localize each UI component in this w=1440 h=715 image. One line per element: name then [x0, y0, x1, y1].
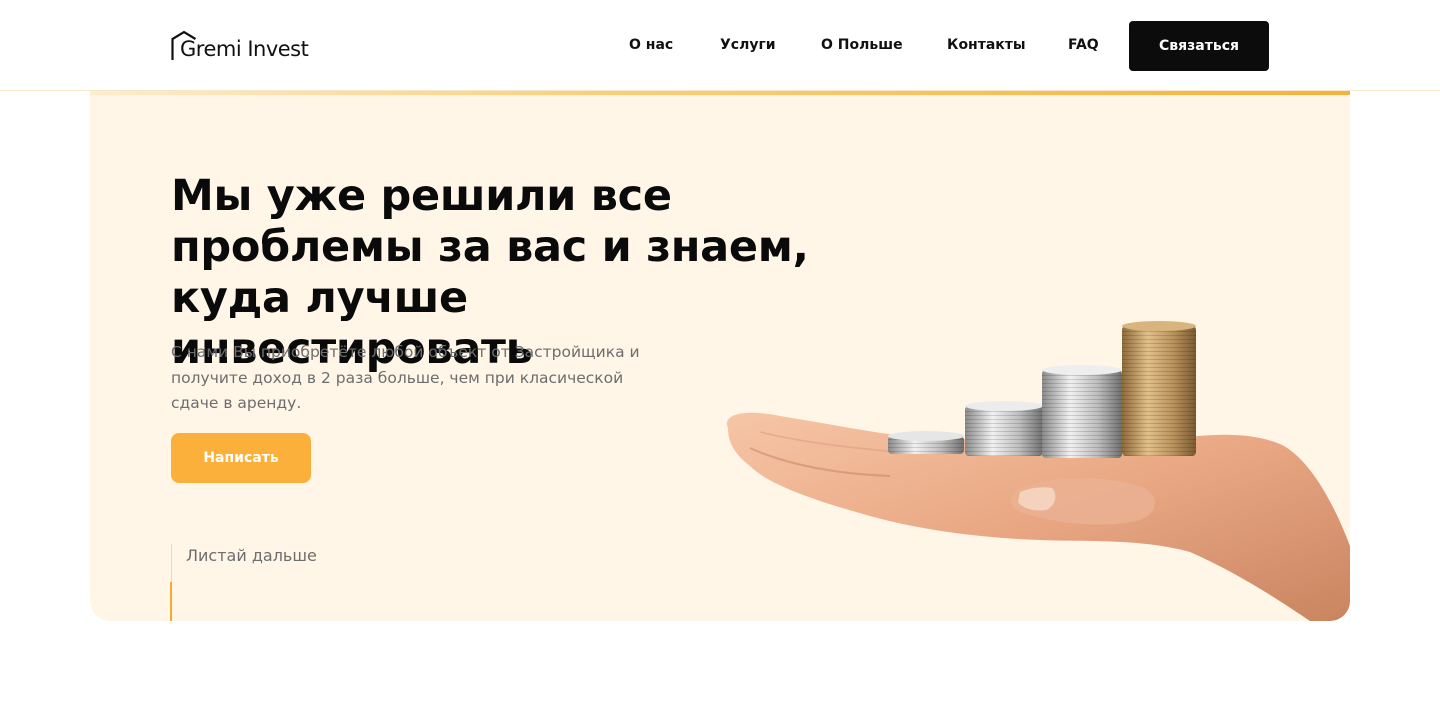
nav-contacts[interactable]: Контакты [947, 37, 1026, 53]
site-header: Gremi Invest О нас Услуги О Польше Конта… [0, 0, 1440, 91]
house-roof-icon [171, 30, 197, 60]
nav-about-poland[interactable]: О Польше [821, 37, 903, 53]
contact-button[interactable]: Связаться [1129, 21, 1269, 71]
write-button[interactable]: Написать [171, 433, 311, 483]
nav-services[interactable]: Услуги [720, 37, 776, 53]
scroll-indicator-progress [170, 582, 172, 621]
scroll-down-link[interactable]: Листай дальше [186, 546, 317, 565]
hero-accent-line [90, 91, 1350, 95]
coin-stack-1 [888, 431, 964, 454]
nav-about[interactable]: О нас [629, 37, 673, 53]
coin-stack-3 [1042, 365, 1122, 458]
logo[interactable]: Gremi Invest [171, 30, 309, 62]
coin-stack-4 [1122, 321, 1196, 456]
coin-stack-2 [965, 401, 1043, 456]
scroll-indicator-track [171, 544, 172, 582]
hand-with-coins-image [726, 321, 1350, 621]
hero-section: Мы уже решили все проблемы за вас и знае… [90, 91, 1350, 621]
hero-subtitle: С нами Вы приобретёте любой объект от За… [171, 343, 640, 412]
nav-faq[interactable]: FAQ [1068, 37, 1099, 53]
